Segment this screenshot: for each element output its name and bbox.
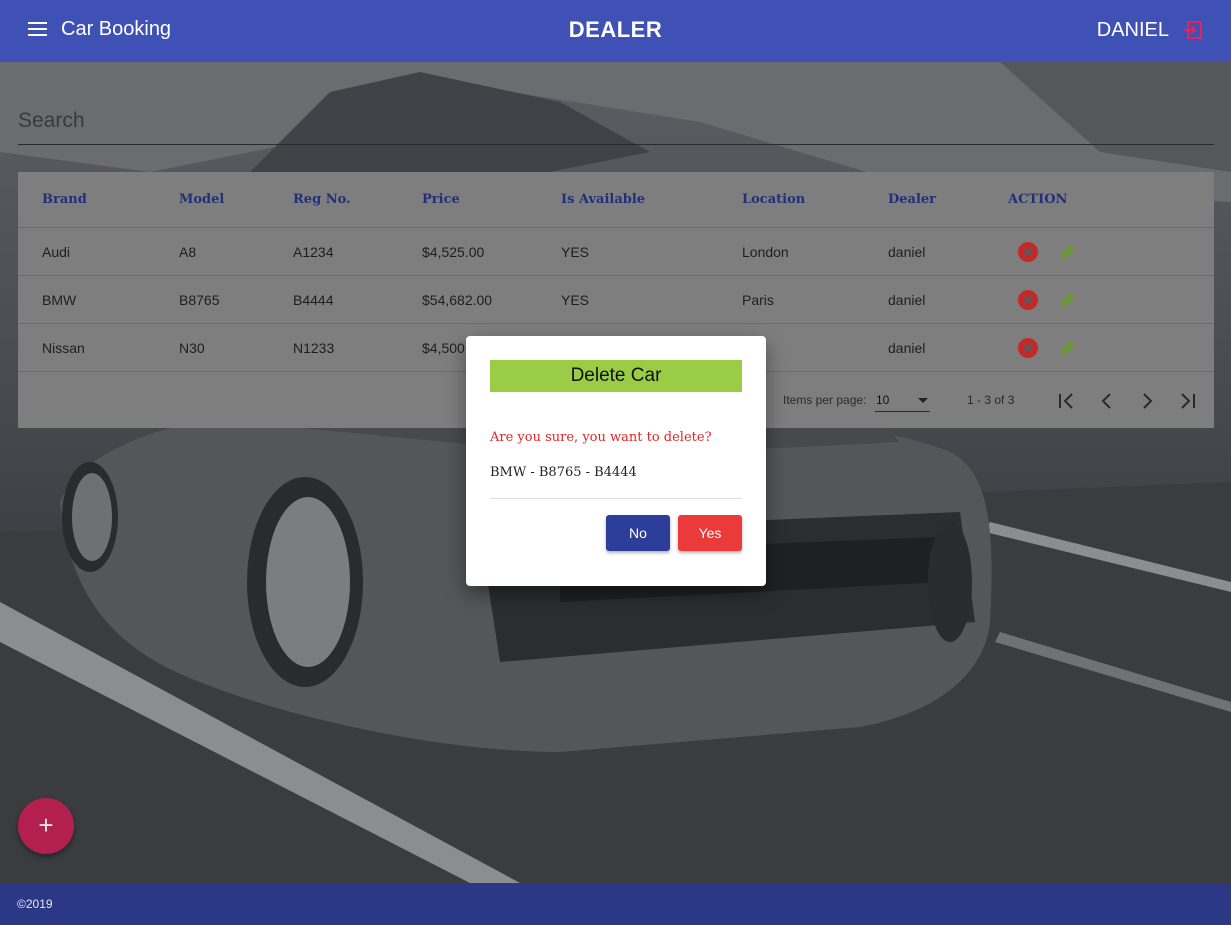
items-per-page-label: Items per page: <box>783 393 867 407</box>
column-header-price[interactable]: Price <box>422 192 460 207</box>
cell-brand: Nissan <box>42 340 85 356</box>
cell-reg: B4444 <box>293 292 334 308</box>
cell-model: N30 <box>179 340 205 356</box>
table-row[interactable]: Audi A8 A1234 $4,525.00 YES London danie… <box>18 228 1214 276</box>
column-header-brand[interactable]: Brand <box>42 192 87 207</box>
items-per-page-value: 10 <box>876 393 890 407</box>
cell-reg: A1234 <box>293 244 334 260</box>
delete-car-dialog: Delete Car Are you sure, you want to del… <box>466 336 766 586</box>
cell-dealer: daniel <box>888 244 926 260</box>
add-car-button[interactable]: + <box>18 798 74 854</box>
cell-price: $4,500 <box>422 340 465 356</box>
cell-price: $54,682.00 <box>422 292 493 308</box>
delete-icon[interactable] <box>1018 338 1038 358</box>
edit-icon[interactable] <box>1058 290 1078 310</box>
menu-icon[interactable] <box>28 22 47 38</box>
cell-available: YES <box>561 244 590 260</box>
copyright-text: ©2019 <box>17 897 53 911</box>
page-title: DEALER <box>568 17 663 42</box>
yes-button[interactable]: Yes <box>678 515 742 551</box>
column-header-dealer[interactable]: Dealer <box>888 192 936 207</box>
delete-icon[interactable] <box>1018 290 1038 310</box>
column-header-model[interactable]: Model <box>179 192 224 207</box>
cell-price: $4,525.00 <box>422 244 485 260</box>
edit-icon[interactable] <box>1058 338 1078 358</box>
next-page-icon[interactable] <box>1136 390 1158 412</box>
column-header-location[interactable]: Location <box>742 192 805 207</box>
cell-model: A8 <box>179 244 197 260</box>
top-toolbar: Car Booking DEALER DANIEL <box>0 0 1231 62</box>
edit-icon[interactable] <box>1058 242 1078 262</box>
table-row[interactable]: BMW B8765 B4444 $54,682.00 YES Paris dan… <box>18 276 1214 324</box>
dialog-question: Are you sure, you want to delete? <box>490 430 712 445</box>
cell-brand: BMW <box>42 292 77 308</box>
cell-available: YES <box>561 292 590 308</box>
user-name: DANIEL <box>1096 19 1169 41</box>
dialog-item-text: BMW - B8765 - B4444 <box>490 465 637 480</box>
cell-brand: Audi <box>42 244 71 260</box>
dialog-title: Delete Car <box>490 360 742 392</box>
chevron-down-icon <box>918 398 928 403</box>
no-button[interactable]: No <box>606 515 670 551</box>
footer: ©2019 <box>0 883 1231 925</box>
search-field <box>18 100 1214 145</box>
delete-icon[interactable] <box>1018 242 1038 262</box>
dialog-divider <box>490 498 742 499</box>
search-input[interactable] <box>18 100 1214 142</box>
first-page-icon[interactable] <box>1056 390 1078 412</box>
cell-dealer: daniel <box>888 292 926 308</box>
table-header: Brand Model Reg No. Price Is Available L… <box>18 172 1214 228</box>
items-per-page-select[interactable]: 10 <box>875 390 930 412</box>
prev-page-icon[interactable] <box>1096 390 1118 412</box>
column-header-action: ACTION <box>1008 192 1068 207</box>
add-icon: + <box>38 810 54 840</box>
cell-dealer: daniel <box>888 340 926 356</box>
app-title[interactable]: Car Booking <box>61 18 171 41</box>
cell-model: B8765 <box>179 292 220 308</box>
page-range-label: 1 - 3 of 3 <box>967 393 1015 407</box>
cell-location: Paris <box>742 292 774 308</box>
last-page-icon[interactable] <box>1176 390 1198 412</box>
column-header-reg[interactable]: Reg No. <box>293 192 351 207</box>
cell-reg: N1233 <box>293 340 335 356</box>
logout-icon[interactable] <box>1182 19 1204 41</box>
column-header-available[interactable]: Is Available <box>561 192 645 207</box>
cell-location: London <box>742 244 789 260</box>
